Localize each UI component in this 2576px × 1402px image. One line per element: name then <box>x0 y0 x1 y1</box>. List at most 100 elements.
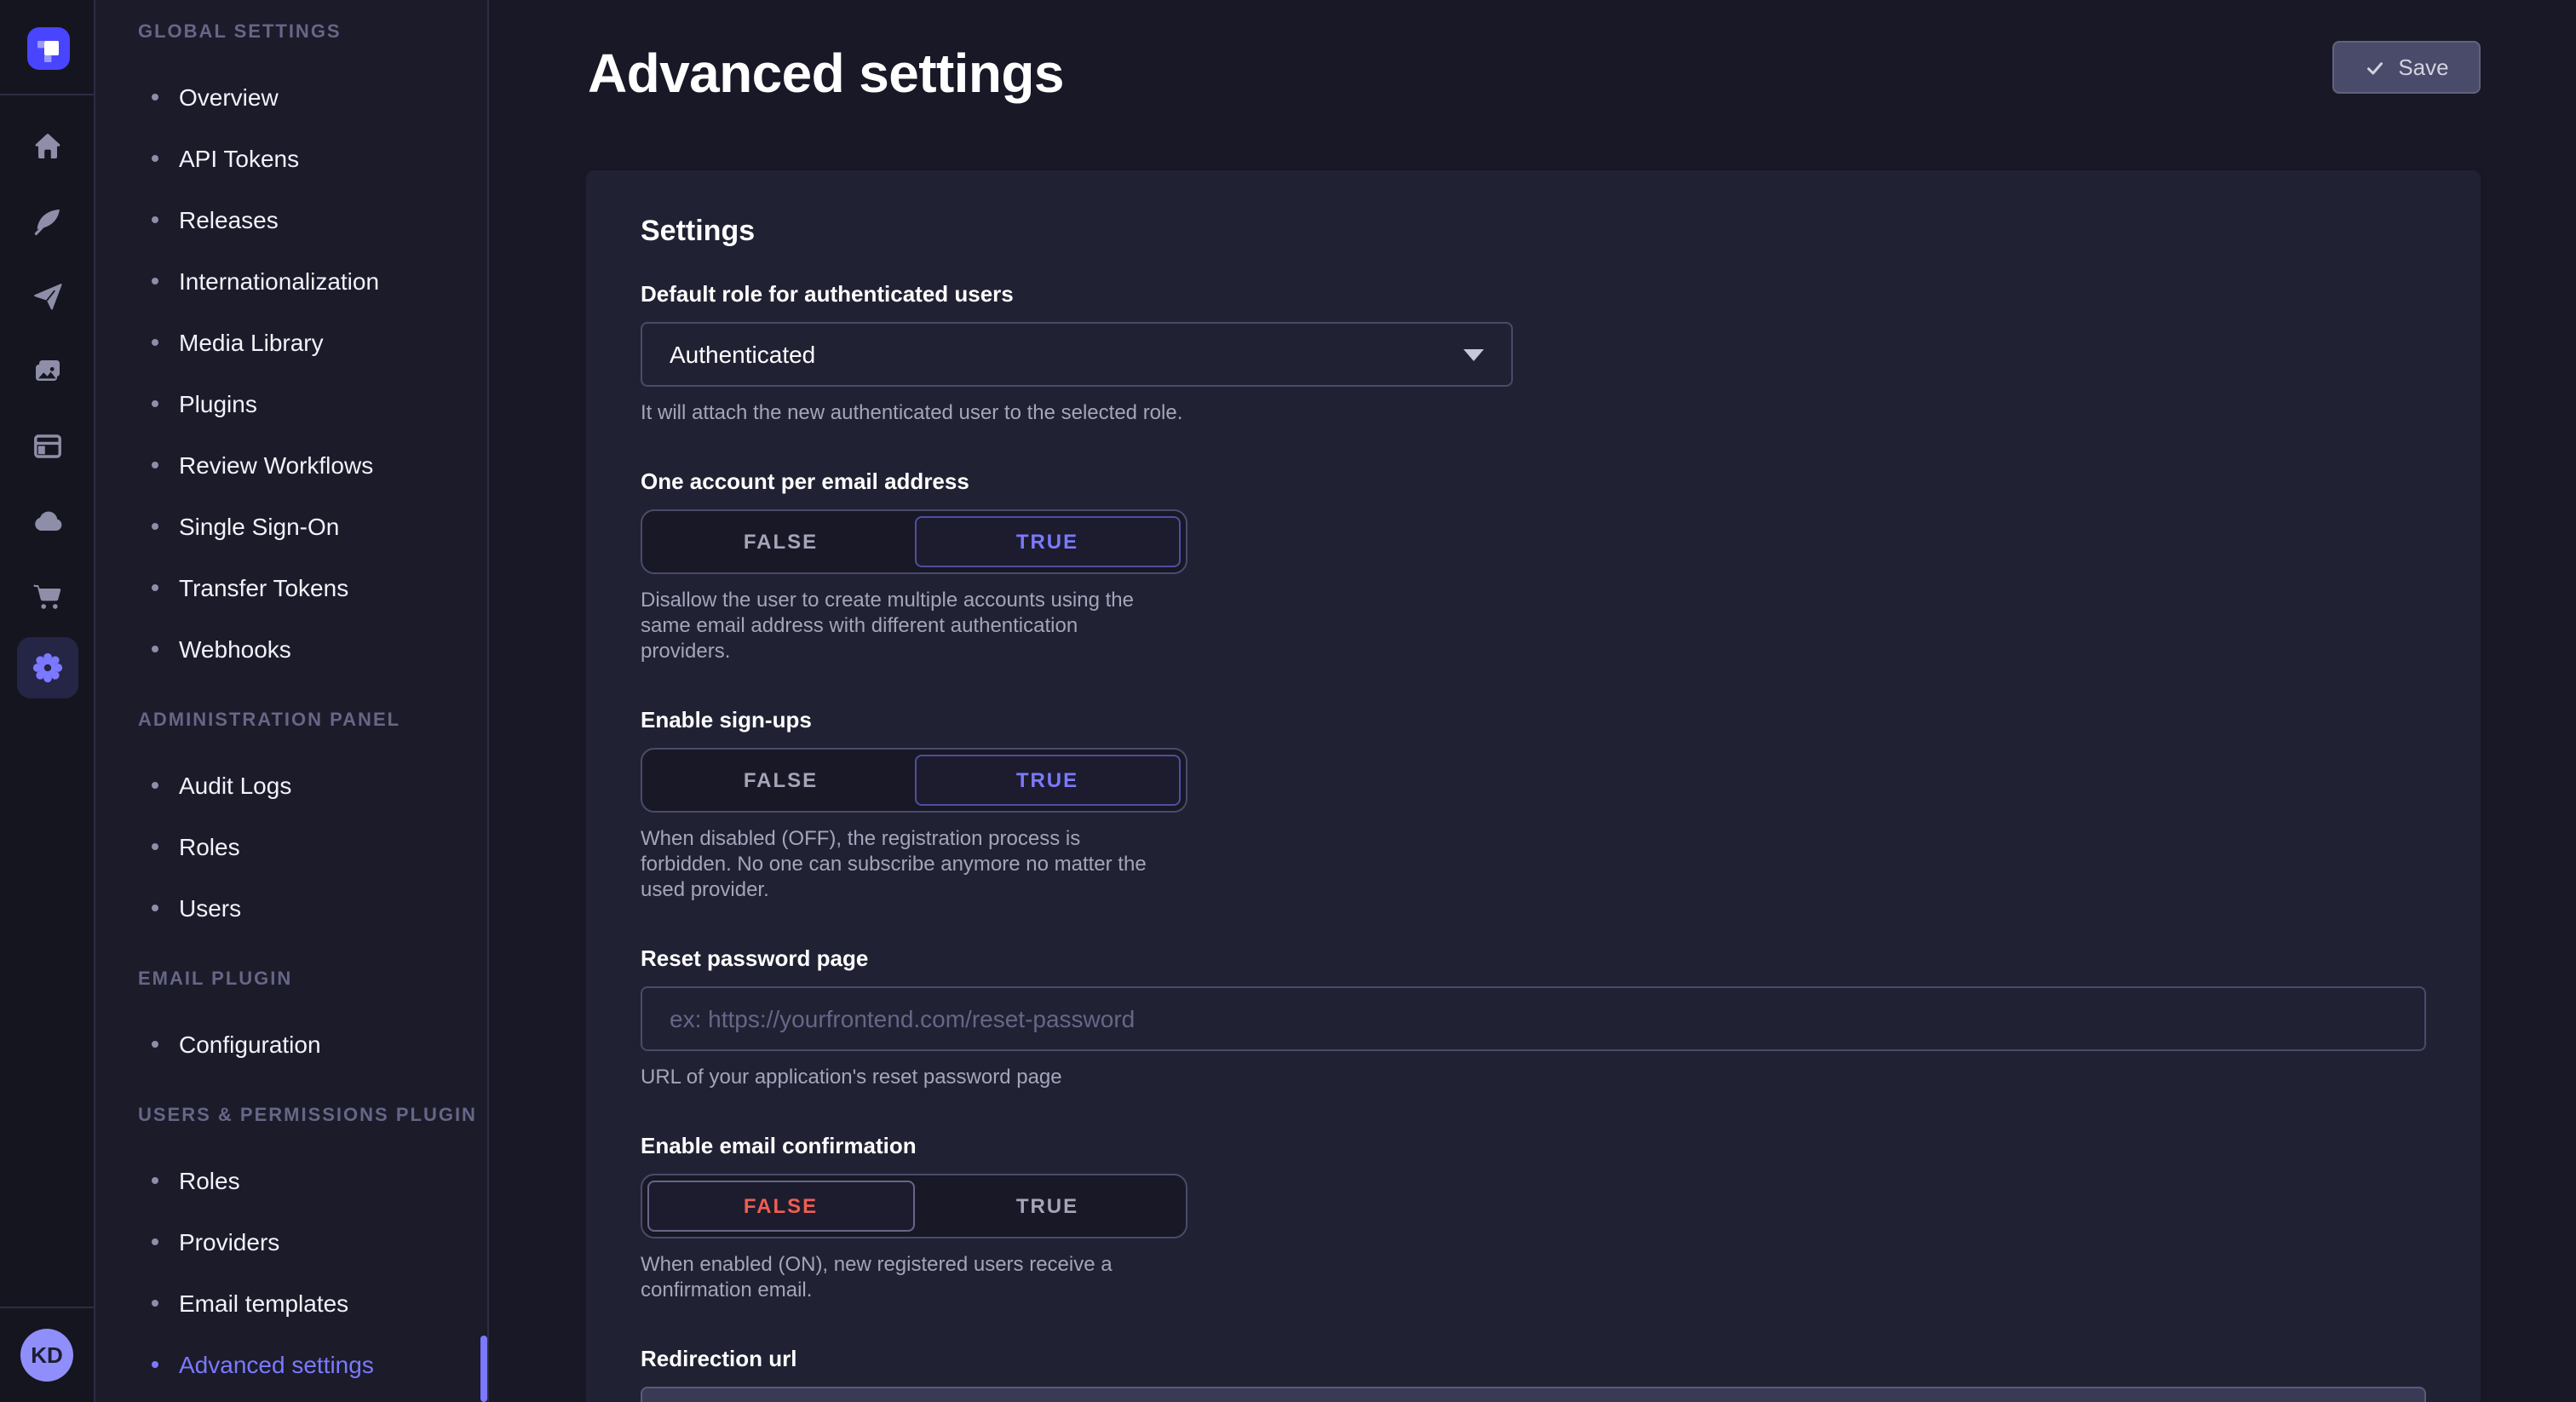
marketplace-icon[interactable] <box>31 579 65 613</box>
sidebar-item[interactable]: Advanced settings <box>138 1334 487 1395</box>
toggle-option-true[interactable]: TRUE <box>914 516 1181 567</box>
bullet-icon <box>152 646 158 652</box>
toggle-option-true[interactable]: TRUE <box>914 1181 1181 1232</box>
sidebar-item[interactable]: Plugins <box>138 373 487 434</box>
toggle-option-false[interactable]: FALSE <box>647 1181 914 1232</box>
sidebar-item[interactable]: Audit Logs <box>138 755 487 816</box>
toggle-option-false[interactable]: FALSE <box>647 516 914 567</box>
logo-block <box>0 0 94 95</box>
sidebar-item-label: Overview <box>179 83 279 111</box>
sidebar-item-label: Configuration <box>179 1031 321 1058</box>
bullet-icon <box>152 905 158 911</box>
main-content: Advanced settings Save Settings Default … <box>489 0 2576 1402</box>
sidebar-item-label: Roles <box>179 833 240 860</box>
section-items: Roles Providers Email templates <box>138 1150 487 1395</box>
active-scroll-indicator <box>480 1336 487 1402</box>
field-label: Default role for authenticated users <box>641 281 2426 308</box>
bullet-icon <box>152 782 158 789</box>
toggle-option-false[interactable]: FALSE <box>647 755 914 806</box>
field-hint: Disallow the user to create multiple acc… <box>641 588 2426 664</box>
email-confirmation-toggle[interactable]: FALSE TRUE <box>641 1174 1187 1238</box>
field-label: Reset password page <box>641 945 2426 973</box>
field-label: Enable email confirmation <box>641 1133 2426 1160</box>
section-title: USERS & PERMISSIONS PLUGIN <box>138 1104 487 1128</box>
media-library-icon[interactable] <box>31 354 65 388</box>
settings-sidebar: GLOBAL SETTINGS Overview API Tokens <box>95 0 489 1402</box>
bullet-icon <box>152 400 158 407</box>
sidebar-item-label: Plugins <box>179 390 257 417</box>
check-icon <box>2364 57 2384 78</box>
settings-section-title: Settings <box>641 215 2426 249</box>
sidebar-item-label: Users <box>179 894 241 922</box>
field-one-account: One account per email address FALSE TRUE… <box>641 468 2426 664</box>
section-items: Audit Logs Roles Users <box>138 755 487 939</box>
redirection-url-input <box>641 1387 2426 1402</box>
settings-card: Settings Default role for authenticated … <box>586 170 2481 1402</box>
section-items: Overview API Tokens Releases Int <box>138 66 487 680</box>
strapi-logo-icon[interactable] <box>27 27 70 70</box>
section-title: GLOBAL SETTINGS <box>138 20 487 44</box>
field-label: One account per email address <box>641 468 2426 496</box>
sidebar-item-label: Releases <box>179 206 279 233</box>
sidebar-item-label: Webhooks <box>179 635 291 663</box>
sidebar-section-global: GLOBAL SETTINGS Overview API Tokens <box>138 20 487 680</box>
field-hint: When disabled (OFF), the registration pr… <box>641 826 2426 903</box>
field-hint: URL of your application's reset password… <box>641 1065 2426 1090</box>
sidebar-item-label: Transfer Tokens <box>179 574 348 601</box>
bullet-icon <box>152 523 158 530</box>
field-label: Redirection url <box>641 1346 2426 1373</box>
sidebar-item-label: Email templates <box>179 1290 348 1317</box>
sidebar-item-label: Review Workflows <box>179 451 373 479</box>
sidebar-item[interactable]: Internationalization <box>138 250 487 312</box>
enable-signups-toggle[interactable]: FALSE TRUE <box>641 748 1187 813</box>
sidebar-item[interactable]: Roles <box>138 816 487 877</box>
field-default-role: Default role for authenticated users Aut… <box>641 281 2426 426</box>
bullet-icon <box>152 278 158 284</box>
sidebar-item-label: Advanced settings <box>179 1351 374 1378</box>
field-hint: When enabled (ON), new registered users … <box>641 1252 2426 1303</box>
toggle-option-true[interactable]: TRUE <box>914 755 1181 806</box>
sidebar-item[interactable]: Single Sign-On <box>138 496 487 557</box>
sidebar-item[interactable]: Providers <box>138 1211 487 1273</box>
bullet-icon <box>152 843 158 850</box>
sidebar-item[interactable]: Email templates <box>138 1273 487 1334</box>
sidebar-item[interactable]: API Tokens <box>138 128 487 189</box>
sidebar-item-label: Providers <box>179 1228 279 1255</box>
content-type-builder-icon[interactable] <box>31 204 65 238</box>
sidebar-item[interactable]: Review Workflows <box>138 434 487 496</box>
save-button-label: Save <box>2398 55 2448 80</box>
sidebar-section-email-plugin: EMAIL PLUGIN Configuration <box>138 968 487 1075</box>
deploy-icon[interactable] <box>31 279 65 313</box>
bullet-icon <box>152 339 158 346</box>
sidebar-item[interactable]: Webhooks <box>138 618 487 680</box>
reset-password-input[interactable] <box>641 986 2426 1051</box>
field-redirection-url: Redirection url <box>641 1346 2426 1402</box>
page-title: Advanced settings <box>588 43 1064 106</box>
icon-rail: KD <box>0 0 95 1402</box>
sidebar-item[interactable]: Roles <box>138 1150 487 1211</box>
cloud-icon[interactable] <box>31 504 65 538</box>
one-account-toggle[interactable]: FALSE TRUE <box>641 509 1187 574</box>
section-items: Configuration <box>138 1014 487 1075</box>
sidebar-item[interactable]: Media Library <box>138 312 487 373</box>
bullet-icon <box>152 94 158 101</box>
sidebar-item[interactable]: Configuration <box>138 1014 487 1075</box>
field-hint: It will attach the new authenticated use… <box>641 400 2426 426</box>
sidebar-item[interactable]: Transfer Tokens <box>138 557 487 618</box>
sidebar-item-label: Internationalization <box>179 267 379 295</box>
sidebar-item[interactable]: Users <box>138 877 487 939</box>
field-reset-password: Reset password page URL of your applicat… <box>641 945 2426 1090</box>
sidebar-item[interactable]: Overview <box>138 66 487 128</box>
content-manager-icon[interactable] <box>31 429 65 463</box>
sidebar-item-label: API Tokens <box>179 145 299 172</box>
field-email-confirmation: Enable email confirmation FALSE TRUE Whe… <box>641 1133 2426 1303</box>
home-icon[interactable] <box>31 129 65 164</box>
default-role-select[interactable]: Authenticated <box>641 322 1513 387</box>
sidebar-item[interactable]: Releases <box>138 189 487 250</box>
save-button[interactable]: Save <box>2332 41 2481 94</box>
bullet-icon <box>152 1041 158 1048</box>
avatar[interactable]: KD <box>20 1329 73 1382</box>
settings-icon[interactable] <box>17 637 78 698</box>
section-title: EMAIL PLUGIN <box>138 968 487 991</box>
bullet-icon <box>152 462 158 468</box>
